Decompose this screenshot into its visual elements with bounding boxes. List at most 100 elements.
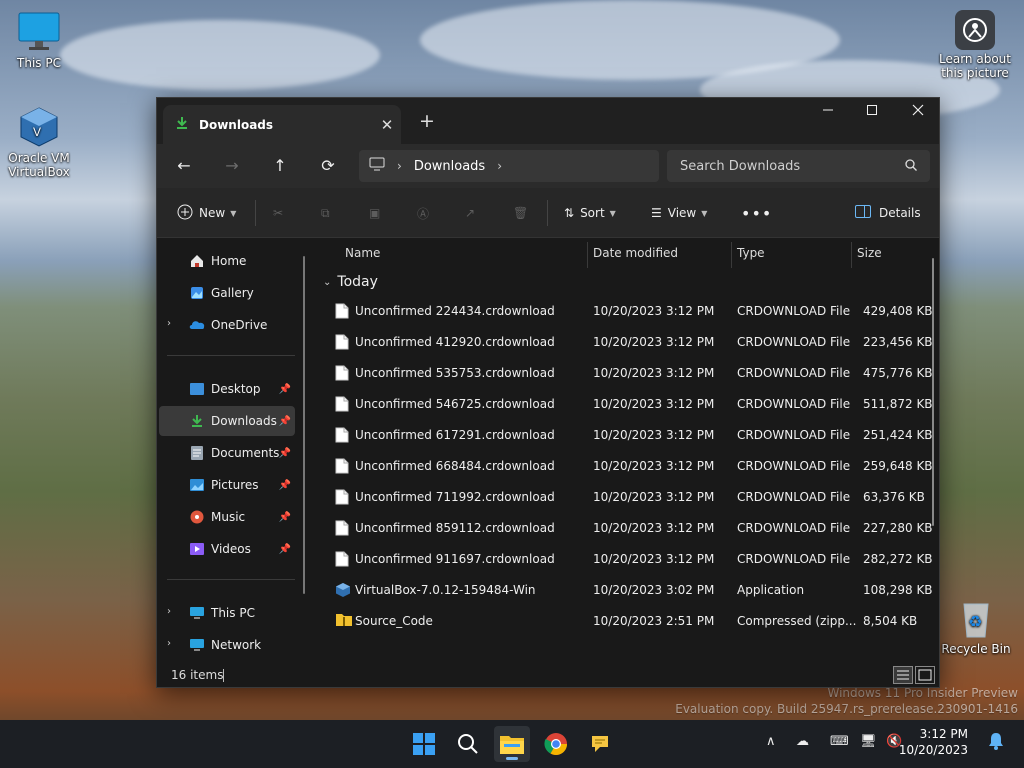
chevron-right-icon[interactable]: › (497, 159, 502, 173)
new-button[interactable]: New ▼ (177, 200, 236, 226)
delete-button[interactable]: 🗑 (513, 200, 528, 226)
file-date: 10/20/2023 3:12 PM (593, 428, 715, 442)
file-row[interactable]: Unconfirmed 412920.crdownload 10/20/2023 … (315, 327, 939, 358)
search-icon[interactable] (450, 726, 486, 762)
sidebar-item-network[interactable]: Network (159, 630, 295, 660)
file-row[interactable]: Unconfirmed 535753.crdownload 10/20/2023 … (315, 358, 939, 389)
maximize-button[interactable] (849, 98, 895, 128)
sidebar-item-home[interactable]: Home (159, 246, 295, 276)
share-icon: ↗ (465, 206, 476, 220)
sidebar-item-pictures[interactable]: Pictures 📌 (159, 470, 295, 500)
file-row[interactable]: Unconfirmed 711992.crdownload 10/20/2023 … (315, 482, 939, 513)
sidebar-label: This PC (211, 606, 255, 620)
sidebar-item-desktop[interactable]: Desktop 📌 (159, 374, 295, 404)
download-arrow-icon (175, 116, 189, 133)
file-row[interactable]: VirtualBox-7.0.12-159484-Win 10/20/2023 3… (315, 575, 939, 606)
desktop-icon-virtualbox[interactable]: V Oracle VM VirtualBox (4, 105, 74, 179)
file-row[interactable]: Unconfirmed 859112.crdownload 10/20/2023 … (315, 513, 939, 544)
chevron-right-icon[interactable]: › (397, 159, 402, 173)
clock[interactable]: 3:12 PM 10/20/2023 (899, 726, 968, 758)
file-date: 10/20/2023 3:12 PM (593, 552, 715, 566)
desktop-icon-recycle-bin[interactable]: ♻ Recycle Bin (941, 596, 1011, 656)
desktop-icon-this-pc[interactable]: This PC (4, 10, 74, 70)
file-name: Unconfirmed 412920.crdownload (355, 335, 555, 349)
forward-button[interactable]: → (217, 152, 247, 180)
sidebar-scrollbar[interactable] (303, 256, 305, 594)
group-header-today[interactable]: ⌄ Today (323, 274, 378, 290)
up-button[interactable]: ↑ (265, 152, 295, 180)
sidebar-label: Music (211, 510, 246, 524)
chrome-icon[interactable] (538, 726, 574, 762)
details-view-toggle[interactable] (893, 666, 913, 684)
close-window-button[interactable] (895, 98, 941, 128)
tab-downloads[interactable]: Downloads ✕ (163, 105, 401, 144)
cut-button[interactable]: ✂ (273, 200, 283, 226)
notification-bell-icon[interactable] (988, 732, 1004, 754)
keyboard-icon[interactable]: ⌨ (830, 734, 849, 749)
column-header-date[interactable]: Date modified (593, 246, 678, 260)
home-icon (189, 253, 205, 269)
network-tray-icon[interactable]: 🖥 (860, 734, 877, 749)
plus-circle-icon (177, 204, 193, 223)
divider (587, 242, 588, 268)
watermark-edition: Windows 11 Pro Insider Preview (827, 686, 1018, 700)
column-header-name[interactable]: Name (345, 246, 380, 260)
view-button[interactable]: ☰ View ▼ (651, 200, 707, 226)
desktop-icon-label: Oracle VM VirtualBox (8, 151, 70, 179)
sidebar-item-downloads[interactable]: Downloads 📌 (159, 406, 295, 436)
tiles-view-toggle[interactable] (915, 666, 935, 684)
refresh-button[interactable]: ⟳ (313, 152, 343, 180)
minimize-button[interactable] (805, 98, 851, 128)
search-input[interactable]: Search Downloads (667, 150, 930, 182)
sidebar-item-this-pc[interactable]: This PC (159, 598, 295, 628)
desktop-icon-learn-picture[interactable]: Learn about this picture (938, 10, 1012, 80)
divider (167, 579, 295, 580)
file-row[interactable]: Source_Code 10/20/2023 2:51 PM Compressed … (315, 606, 939, 637)
copy-button[interactable]: ⧉ (321, 200, 330, 226)
cloud-status-icon[interactable]: ☁ (796, 734, 809, 749)
file-name: Unconfirmed 617291.crdownload (355, 428, 555, 442)
start-icon[interactable] (406, 726, 442, 762)
sidebar-item-onedrive[interactable]: OneDrive (159, 310, 295, 340)
file-list-scrollbar[interactable] (932, 258, 934, 526)
group-label: Today (337, 274, 378, 290)
column-header-type[interactable]: Type (737, 246, 765, 260)
share-button[interactable]: ↗ (465, 200, 475, 226)
show-hidden-icons-button[interactable]: ∧ (766, 734, 776, 749)
file-type: CRDOWNLOAD File (737, 428, 851, 442)
cloud-decor (60, 20, 380, 90)
sidebar-label: Pictures (211, 478, 259, 492)
paste-button[interactable]: ▣ (369, 200, 380, 226)
file-name: Unconfirmed 711992.crdownload (355, 490, 555, 504)
file-name: Unconfirmed 668484.crdownload (355, 459, 555, 473)
rename-button[interactable]: Ⓐ (417, 200, 429, 226)
command-bar: New ▼ ✂ ⧉ ▣ Ⓐ ↗ 🗑 ⇅ Sort ▼ ☰ View ▼ ••• … (157, 188, 939, 238)
file-size: 108,298 KB (863, 583, 933, 597)
sidebar-label: Videos (211, 542, 251, 556)
file-row[interactable]: Unconfirmed 546725.crdownload 10/20/2023 … (315, 389, 939, 420)
sidebar-item-documents[interactable]: Documents 📌 (159, 438, 295, 468)
file-row[interactable]: Unconfirmed 911697.crdownload 10/20/2023 … (315, 544, 939, 575)
monitor-icon (189, 605, 205, 621)
breadcrumb-downloads[interactable]: Downloads (414, 159, 485, 174)
new-tab-button[interactable]: + (413, 108, 441, 136)
file-row[interactable]: Unconfirmed 617291.crdownload 10/20/2023 … (315, 420, 939, 451)
back-button[interactable]: ← (169, 152, 199, 180)
file-row[interactable]: Unconfirmed 668484.crdownload 10/20/2023 … (315, 451, 939, 482)
file-explorer-icon[interactable] (494, 726, 530, 762)
file-row[interactable]: Unconfirmed 224434.crdownload 10/20/2023 … (315, 296, 939, 327)
column-header-row: Name Date modified Type Size (315, 238, 939, 268)
title-bar: Downloads ✕ + (157, 98, 939, 144)
file-type: CRDOWNLOAD File (737, 521, 851, 535)
close-tab-icon[interactable]: ✕ (373, 116, 401, 134)
sidebar-item-gallery[interactable]: Gallery (159, 278, 295, 308)
sidebar-item-videos[interactable]: Videos 📌 (159, 534, 295, 564)
feedback-hub-icon[interactable] (582, 726, 618, 762)
pin-icon: 📌 (278, 479, 291, 491)
details-pane-button[interactable]: Details (855, 200, 921, 226)
sort-button[interactable]: ⇅ Sort ▼ (564, 200, 616, 226)
sidebar-item-music[interactable]: Music 📌 (159, 502, 295, 532)
column-header-size[interactable]: Size (857, 246, 882, 260)
address-bar[interactable]: › Downloads › (359, 150, 659, 182)
more-options-button[interactable]: ••• (741, 200, 772, 226)
